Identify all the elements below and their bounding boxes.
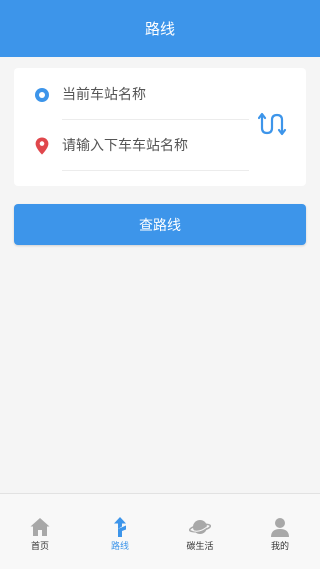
location-pin-icon	[35, 137, 49, 155]
end-station-input[interactable]	[62, 134, 242, 158]
app: 路线 查路线 首页	[0, 0, 320, 569]
query-route-button[interactable]: 查路线	[14, 204, 306, 245]
route-card	[14, 68, 306, 186]
tab-label: 我的	[270, 542, 289, 552]
start-station-input[interactable]	[62, 83, 242, 107]
end-station-row	[14, 121, 249, 171]
route-icon	[114, 517, 126, 537]
swap-route-icon[interactable]	[258, 110, 288, 138]
header-bar: 路线	[0, 0, 320, 57]
bottom-tab-bar: 首页 路线 碳生活 我的	[0, 493, 320, 569]
tab-mine[interactable]: 我的	[240, 494, 320, 569]
user-icon	[271, 518, 289, 537]
tab-label: 碳生活	[186, 542, 214, 552]
tab-label: 首页	[30, 542, 49, 552]
page-title: 路线	[144, 20, 175, 38]
start-station-row	[14, 70, 249, 120]
tab-carbon-life[interactable]: 碳生活	[160, 494, 240, 569]
tab-route[interactable]: 路线	[80, 494, 160, 569]
start-point-icon	[35, 88, 49, 102]
divider	[62, 119, 249, 120]
tab-home[interactable]: 首页	[0, 494, 80, 569]
tab-label: 路线	[110, 542, 129, 552]
home-icon	[30, 518, 50, 536]
planet-icon	[189, 520, 211, 534]
divider	[62, 170, 249, 171]
